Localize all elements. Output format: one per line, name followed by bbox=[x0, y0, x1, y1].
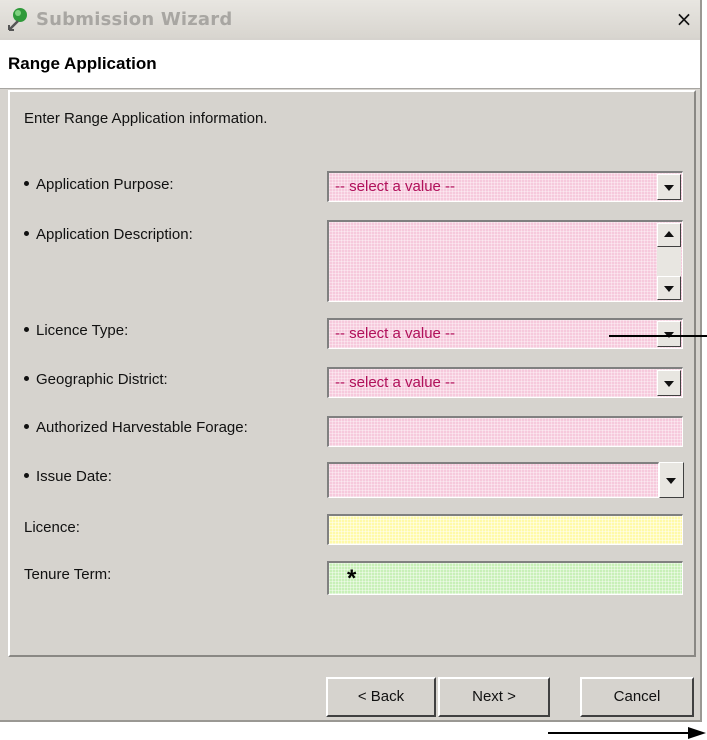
geographic-district-label: Geographic District: bbox=[24, 371, 168, 388]
licence-type-select[interactable]: -- select a value -- bbox=[327, 318, 683, 349]
annotation-line bbox=[609, 335, 707, 337]
chevron-down-icon bbox=[664, 185, 674, 191]
scroll-down-button[interactable] bbox=[657, 276, 681, 300]
scroll-up-icon bbox=[664, 231, 674, 237]
application-description-textarea[interactable] bbox=[327, 220, 683, 302]
licence-label: Licence: bbox=[24, 519, 80, 536]
scroll-up-button[interactable] bbox=[657, 223, 681, 247]
title-bar: Submission Wizard × bbox=[0, 0, 700, 38]
submission-wizard-window: Submission Wizard × Range Application En… bbox=[0, 0, 702, 722]
application-description-label-text: Application Description: bbox=[36, 226, 193, 243]
application-description-label: Application Description: bbox=[24, 226, 193, 243]
application-purpose-label-text: Application Purpose: bbox=[36, 176, 174, 193]
geographic-district-dropdown-button[interactable] bbox=[657, 370, 681, 396]
page-title: Range Application bbox=[8, 54, 157, 73]
default-value-marker: * bbox=[347, 565, 357, 592]
geographic-district-select[interactable]: -- select a value -- bbox=[327, 367, 683, 398]
form-instruction: Enter Range Application information. bbox=[24, 110, 268, 127]
wizard-app-icon bbox=[8, 8, 27, 31]
tenure-term-input[interactable]: * bbox=[327, 561, 683, 595]
licence-input[interactable] bbox=[327, 514, 683, 545]
description-scrollbar[interactable] bbox=[657, 223, 681, 300]
issue-date-input[interactable] bbox=[327, 462, 659, 498]
required-bullet-icon bbox=[24, 230, 29, 236]
chevron-down-icon bbox=[666, 478, 676, 484]
application-purpose-label: Application Purpose: bbox=[24, 176, 174, 193]
issue-date-label-text: Issue Date: bbox=[36, 468, 112, 485]
next-button[interactable]: Next > bbox=[438, 677, 550, 717]
licence-type-label: Licence Type: bbox=[24, 322, 128, 339]
required-bullet-icon bbox=[24, 423, 29, 429]
scroll-down-icon bbox=[664, 286, 674, 292]
application-purpose-value: -- select a value -- bbox=[335, 178, 456, 195]
issue-date-picker-button[interactable] bbox=[659, 462, 684, 498]
window-title: Submission Wizard bbox=[36, 9, 233, 30]
wizard-header: Range Application bbox=[0, 40, 700, 89]
annotation-line bbox=[548, 732, 690, 734]
licence-type-value: -- select a value -- bbox=[335, 325, 456, 342]
licence-type-label-text: Licence Type: bbox=[36, 322, 129, 339]
application-purpose-select[interactable]: -- select a value -- bbox=[327, 171, 683, 202]
tenure-term-label: Tenure Term: bbox=[24, 566, 112, 583]
cancel-button[interactable]: Cancel bbox=[580, 677, 694, 717]
licence-type-dropdown-button[interactable] bbox=[657, 321, 681, 347]
required-bullet-icon bbox=[24, 180, 29, 186]
issue-date-label: Issue Date: bbox=[24, 468, 112, 485]
required-bullet-icon bbox=[24, 375, 29, 381]
required-bullet-icon bbox=[24, 472, 29, 478]
authorized-harvestable-forage-input[interactable] bbox=[327, 416, 683, 447]
chevron-down-icon bbox=[664, 381, 674, 387]
geographic-district-value: -- select a value -- bbox=[335, 374, 456, 391]
back-button[interactable]: < Back bbox=[326, 677, 436, 717]
geographic-district-label-text: Geographic District: bbox=[36, 371, 168, 388]
required-bullet-icon bbox=[24, 326, 29, 332]
application-purpose-dropdown-button[interactable] bbox=[657, 174, 681, 200]
annotation-arrowhead-icon bbox=[688, 727, 706, 739]
authorized-harvestable-forage-label-text: Authorized Harvestable Forage: bbox=[36, 419, 248, 436]
authorized-harvestable-forage-label: Authorized Harvestable Forage: bbox=[24, 419, 248, 436]
close-button[interactable]: × bbox=[674, 9, 694, 29]
